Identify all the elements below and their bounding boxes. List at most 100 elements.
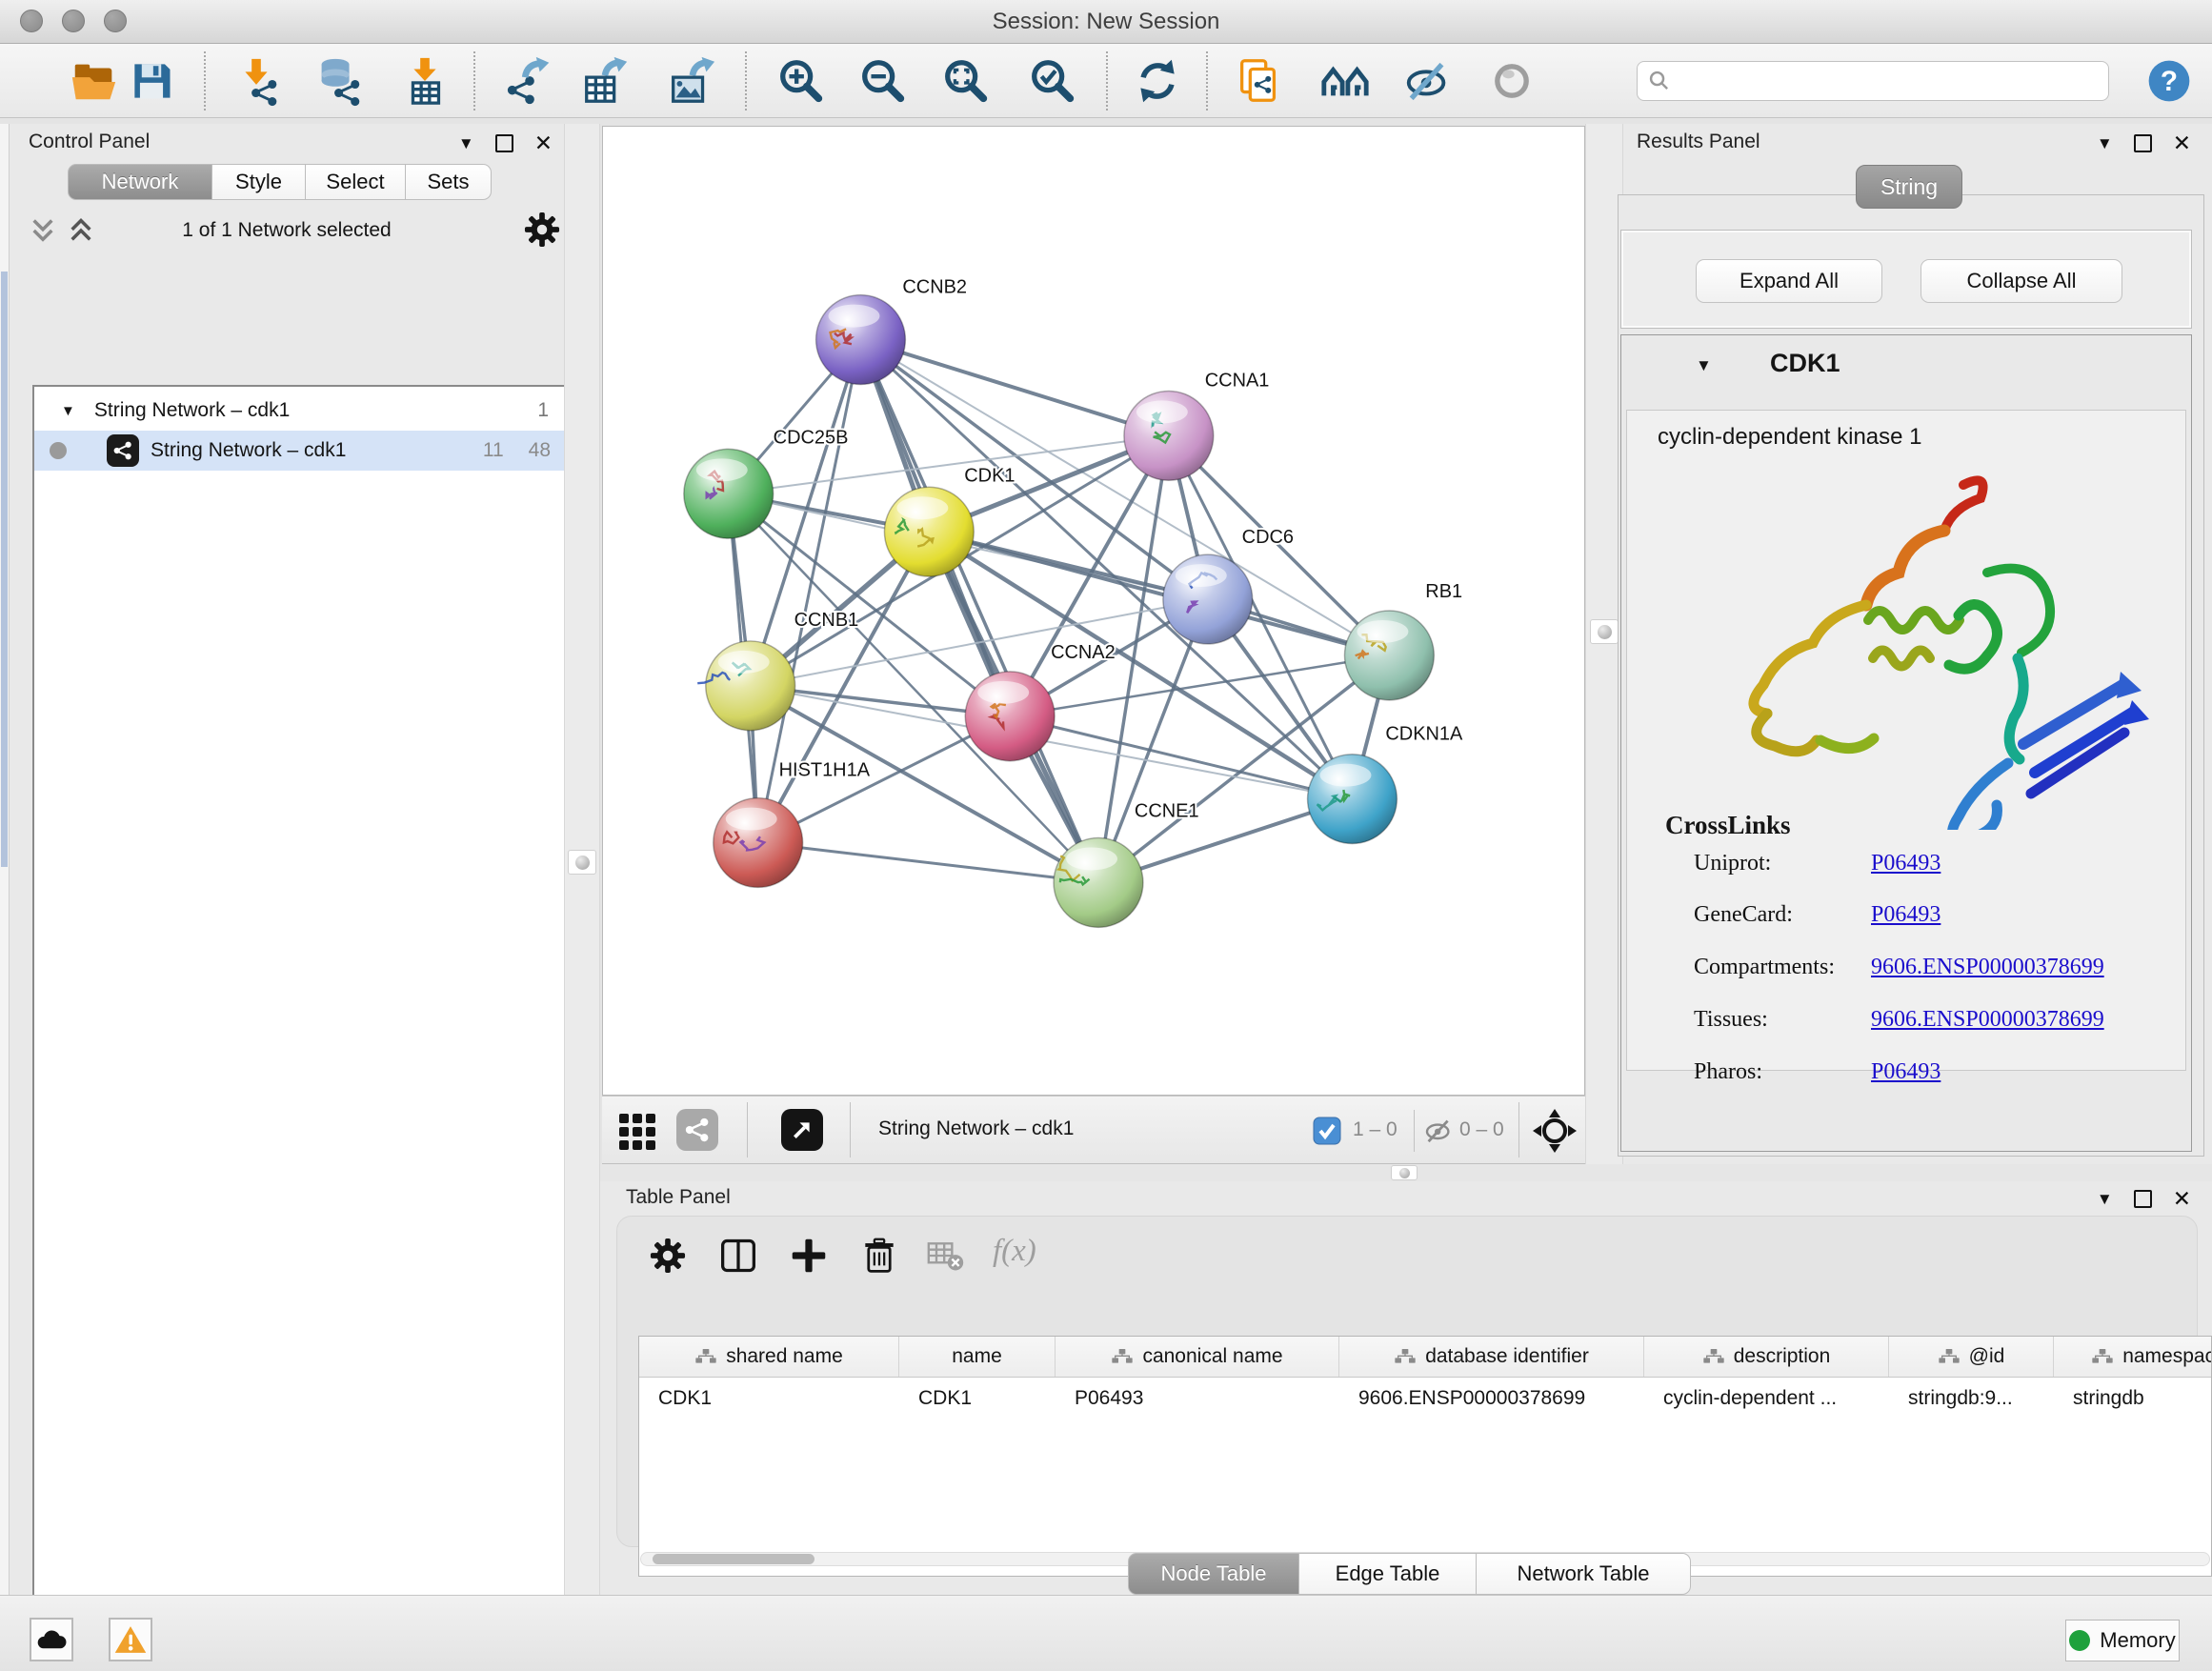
panel-float-icon[interactable] [495,134,513,152]
tab-node-table[interactable]: Node Table [1128,1553,1299,1595]
node-ccna2[interactable] [965,672,1055,761]
network-options-gear-icon[interactable] [524,211,560,252]
refresh-icon[interactable] [1130,53,1185,109]
node-rb1[interactable] [1344,611,1434,700]
tab-network[interactable]: Network [68,164,212,200]
selected-node-edge-count: 1 – 0 [1353,1118,1398,1141]
network-graph[interactable]: CCNB2CCNA1CDC25BCDK1CDC6RB1CCNB1CCNA2CDK… [603,127,1584,1095]
memory-button[interactable]: Memory [2065,1620,2180,1661]
zoom-selected-icon[interactable] [1025,53,1080,109]
clone-network-icon[interactable] [1231,53,1286,109]
panel-float-icon[interactable] [2134,1190,2152,1208]
node-ccna1[interactable] [1124,391,1214,480]
toolbar-separator [1206,51,1208,111]
cloud-button[interactable] [30,1618,73,1661]
export-network-icon[interactable] [503,53,558,109]
table-row[interactable]: CDK1 CDK1 P06493 9606.ENSP00000378699 cy… [639,1378,2211,1419]
double-home-icon[interactable] [1317,53,1373,109]
right-splitter-grabber[interactable] [1590,619,1619,644]
entry-collapse-icon[interactable]: ▼ [1696,356,1712,375]
zoom-in-icon[interactable] [774,53,829,109]
export-image-icon[interactable] [663,53,718,109]
import-network-from-database-icon[interactable] [310,53,365,109]
tab-string[interactable]: String [1856,165,1962,209]
tab-select[interactable]: Select [306,164,406,200]
import-table-icon[interactable] [397,53,452,109]
help-icon[interactable]: ? [2142,53,2197,109]
node-cdc25b[interactable] [684,449,774,538]
crosslink-link[interactable]: P06493 [1871,902,1941,928]
open-session-icon[interactable] [67,53,122,109]
panel-close-icon[interactable]: ✕ [2173,1186,2191,1212]
horizontal-splitter-grabber[interactable] [1391,1165,1418,1180]
save-session-icon[interactable] [124,53,179,109]
tab-network-table[interactable]: Network Table [1477,1553,1691,1595]
network-status-dot [50,442,67,459]
zoom-out-icon[interactable] [855,53,911,109]
column-header: @id [1889,1337,2054,1377]
panel-float-icon[interactable] [2134,134,2152,152]
network-share-view-icon[interactable] [676,1109,718,1151]
results-button-box: Expand All Collapse All [1620,230,2192,329]
crosslink-label: Tissues: [1694,1007,1768,1033]
node-label-ccne1: CCNE1 [1135,801,1199,822]
expand-all-button[interactable]: Expand All [1696,259,1882,303]
horizontal-splitter[interactable] [600,1164,2212,1181]
tab-style[interactable]: Style [212,164,306,200]
export-table-icon[interactable] [577,53,633,109]
node-ccnb1[interactable] [697,641,794,731]
selected-checkbox-icon[interactable] [1313,1117,1341,1150]
collection-label: String Network – cdk1 [94,399,290,422]
tab-edge-table[interactable]: Edge Table [1299,1553,1477,1595]
warning-button[interactable] [109,1618,152,1661]
network-row-selected[interactable]: String Network – cdk1 11 48 [34,431,566,471]
panel-close-icon[interactable]: ✕ [2173,131,2191,156]
crosslink-link[interactable]: P06493 [1871,851,1941,876]
eye-slash-icon[interactable] [1400,53,1456,109]
panel-menu-icon[interactable]: ▼ [458,134,474,153]
results-panel: Results Panel ▼ ✕ String Expand All Coll… [1623,124,2212,1164]
node-cdk1[interactable] [884,487,974,576]
hidden-node-edge-count: 0 – 0 [1459,1118,1504,1141]
panel-close-icon[interactable]: ✕ [534,131,553,156]
node-table[interactable]: shared name name canonical name database… [638,1336,2212,1577]
fit-selected-crosshair-icon[interactable] [1532,1108,1578,1158]
search-input[interactable] [1672,69,2081,93]
edge-count: 48 [529,439,551,462]
grid-view-icon[interactable] [617,1110,659,1157]
node-ccne1[interactable] [1054,838,1143,928]
node-label-rb1: RB1 [1425,581,1462,602]
crosslink-link[interactable]: 9606.ENSP00000378699 [1871,1007,2104,1033]
table-panel-title: Table Panel [626,1186,731,1209]
collection-count: 1 [537,399,549,422]
node-hist1h1a[interactable] [714,798,803,888]
left-splitter-grabber[interactable] [568,850,596,875]
tab-sets[interactable]: Sets [406,164,492,200]
panel-menu-icon[interactable]: ▼ [2097,1190,2113,1209]
delete-column-trash-icon[interactable] [857,1234,901,1278]
warning-icon [114,1624,147,1655]
table-settings-gear-icon[interactable] [646,1234,690,1278]
crosslink-link[interactable]: 9606.ENSP00000378699 [1871,955,2104,980]
table-container: f(x) shared name name canonical name dat… [616,1216,2198,1547]
add-column-icon[interactable] [787,1234,831,1278]
scrollbar-thumb[interactable] [653,1554,814,1564]
table-tabs: Node Table Edge Table Network Table [1128,1553,1691,1595]
node-ccnb2[interactable] [816,295,906,385]
collapse-all-button[interactable]: Collapse All [1920,259,2122,303]
zoom-fit-icon[interactable] [938,53,994,109]
node-cdc6[interactable] [1163,554,1253,644]
control-panel-tabs: Network Style Select Sets [68,164,492,200]
select-columns-icon[interactable] [716,1234,760,1278]
search-field[interactable] [1637,61,2109,101]
import-network-icon[interactable] [229,53,284,109]
collapse-triangle-icon[interactable]: ▼ [61,403,75,419]
left-splitter[interactable] [564,124,600,1595]
crosslink-link[interactable]: P06493 [1871,1059,1941,1085]
column-header: name [899,1337,1056,1377]
panel-menu-icon[interactable]: ▼ [2097,134,2113,153]
node-cdkn1a[interactable] [1308,755,1398,844]
network-collection-row[interactable]: ▼ String Network – cdk1 1 [34,391,566,431]
network-view-canvas[interactable]: CCNB2CCNA1CDC25BCDK1CDC6RB1CCNB1CCNA2CDK… [602,126,1585,1096]
birdseye-view-icon[interactable] [781,1109,823,1151]
